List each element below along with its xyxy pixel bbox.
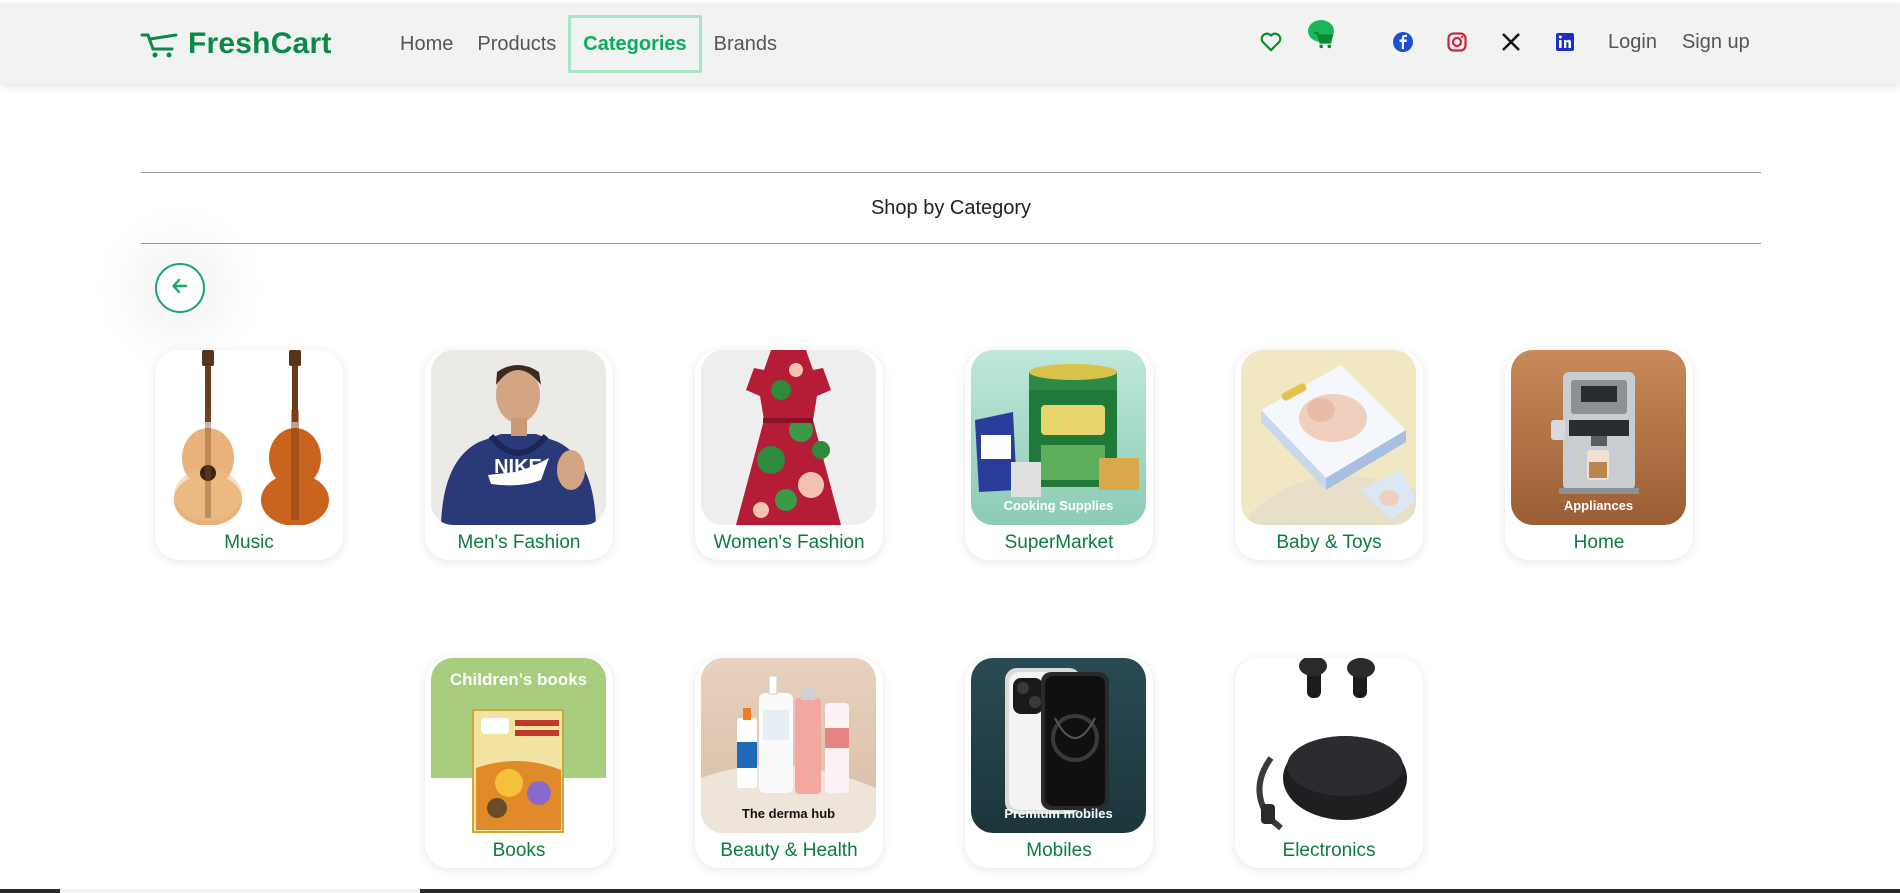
guitar-image xyxy=(161,350,336,525)
brand-logo[interactable]: FreshCart xyxy=(140,27,332,61)
category-card-supermarket[interactable]: Cooking Supplies SuperMarket xyxy=(965,350,1153,560)
category-card-mens-fashion[interactable]: NIKE Men's Fashion xyxy=(425,350,613,560)
category-name: Electronics xyxy=(1282,840,1376,861)
brand-name: FreshCart xyxy=(188,27,332,60)
category-name: Baby & Toys xyxy=(1276,532,1382,553)
instagram-icon[interactable] xyxy=(1444,29,1470,55)
arrow-left-icon xyxy=(170,276,190,301)
smartphone-image: Premium mobiles xyxy=(971,658,1146,833)
cart-icon xyxy=(140,29,180,59)
image-tag: Premium mobiles xyxy=(1004,806,1113,821)
category-name: Beauty & Health xyxy=(720,840,858,861)
login-link[interactable]: Login xyxy=(1608,31,1657,54)
category-card-electronics[interactable]: Electronics xyxy=(1235,658,1423,868)
signup-link[interactable]: Sign up xyxy=(1682,31,1750,54)
cart-icon xyxy=(1312,30,1334,55)
heart-icon[interactable] xyxy=(1258,29,1284,55)
category-name: Men's Fashion xyxy=(457,532,581,553)
category-card-books[interactable]: Children's books Books xyxy=(425,658,613,868)
section-header: Shop by Category xyxy=(141,172,1761,244)
category-card-beauty-health[interactable]: The derma hub Beauty & Health xyxy=(695,658,883,868)
x-icon[interactable] xyxy=(1498,29,1524,55)
book-image: Children's books xyxy=(431,658,606,833)
category-name: Music xyxy=(224,532,274,553)
category-card-music[interactable]: Music xyxy=(155,350,343,560)
category-name: Home xyxy=(1573,532,1625,553)
nav-link-home[interactable]: Home xyxy=(388,15,465,73)
skincare-image: The derma hub xyxy=(701,658,876,833)
category-name: Books xyxy=(492,840,546,861)
diapers-image xyxy=(1241,350,1416,525)
main-nav: Home Products Categories Brands xyxy=(388,15,789,73)
category-name: SuperMarket xyxy=(1004,532,1114,553)
cart-button[interactable] xyxy=(1308,20,1336,55)
facebook-icon[interactable] xyxy=(1390,29,1416,55)
hoodie-image: NIKE xyxy=(431,350,606,525)
groceries-image: Cooking Supplies xyxy=(971,350,1146,525)
category-name: Mobiles xyxy=(1026,840,1092,861)
svg-text:NIKE: NIKE xyxy=(494,456,542,478)
linkedin-icon[interactable] xyxy=(1552,29,1578,55)
category-card-baby-toys[interactable]: Baby & Toys xyxy=(1235,350,1423,560)
nav-actions: Login Sign up xyxy=(1258,20,1750,55)
back-button[interactable] xyxy=(155,263,205,313)
coffee-machine-image: Appliances xyxy=(1511,350,1686,525)
bottom-border xyxy=(0,889,1900,893)
category-card-womens-fashion[interactable]: Women's Fashion xyxy=(695,350,883,560)
nav-link-brands[interactable]: Brands xyxy=(702,15,789,73)
page-title: Shop by Category xyxy=(870,196,1032,219)
image-tag: Cooking Supplies xyxy=(1003,498,1114,513)
image-tag: The derma hub xyxy=(741,806,836,821)
bottom-border-gap xyxy=(60,889,420,893)
category-card-home[interactable]: Appliances Home xyxy=(1505,350,1693,560)
nav-link-categories[interactable]: Categories xyxy=(568,15,702,73)
dress-image xyxy=(701,350,876,525)
earbuds-image xyxy=(1241,658,1416,833)
nav-link-products[interactable]: Products xyxy=(465,15,568,73)
top-navbar: FreshCart Home Products Categories Brand… xyxy=(0,3,1900,84)
category-name: Women's Fashion xyxy=(713,532,865,553)
category-card-mobiles[interactable]: Premium mobiles Mobiles xyxy=(965,658,1153,868)
image-tag: Appliances xyxy=(1563,498,1634,513)
